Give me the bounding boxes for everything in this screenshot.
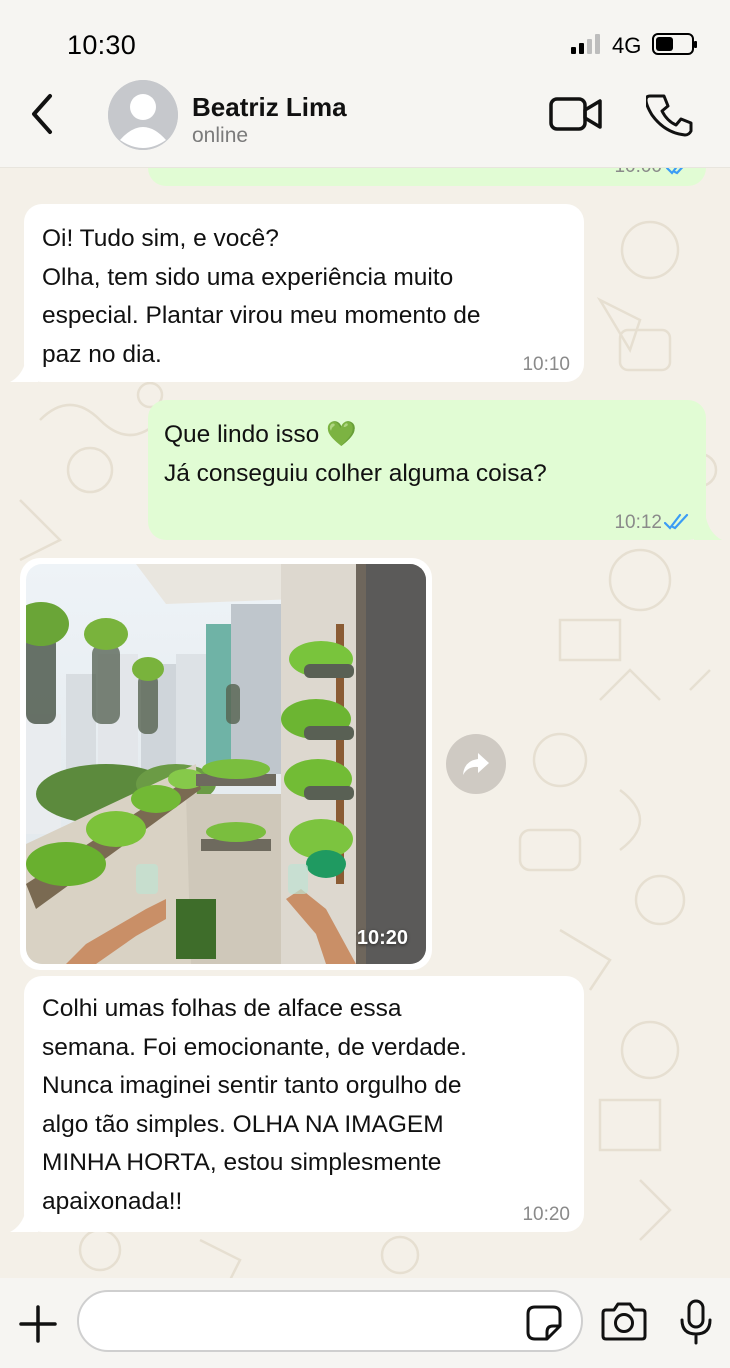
message-text: Oi! Tudo sim, e você? Olha, tem sido uma… xyxy=(42,225,481,368)
camera-icon xyxy=(601,1302,647,1341)
voice-call-button[interactable] xyxy=(644,92,694,138)
status-bar: 10:30 4G xyxy=(0,0,730,80)
sticker-icon xyxy=(526,1305,562,1341)
message-input-wrapper xyxy=(77,1290,583,1352)
double-check-icon xyxy=(664,513,689,530)
battery-icon xyxy=(652,33,697,55)
microphone-icon xyxy=(680,1299,712,1345)
video-camera-icon xyxy=(549,97,602,131)
person-icon xyxy=(108,80,178,150)
message-bubble-incoming[interactable]: Colhi umas folhas de alface essa semana.… xyxy=(24,976,584,1232)
message-time: 10:20 xyxy=(522,1204,570,1225)
chat-header: Beatriz Lima online xyxy=(0,80,730,168)
chevron-left-icon xyxy=(32,94,52,134)
message-text: Que lindo isso 💚 Já conseguiu colher alg… xyxy=(164,421,547,487)
message-time: 10:12 xyxy=(614,512,662,533)
contact-name[interactable]: Beatriz Lima xyxy=(192,92,347,123)
message-time: 10:10 xyxy=(522,354,570,375)
message-composer xyxy=(0,1278,730,1368)
network-type: 4G xyxy=(612,33,642,58)
message-text: Colhi umas folhas de alface essa semana.… xyxy=(42,995,467,1215)
camera-button[interactable] xyxy=(600,1300,648,1342)
clock: 10:30 xyxy=(67,30,137,60)
forward-button[interactable] xyxy=(446,734,506,794)
message-bubble-incoming[interactable]: Oi! Tudo sim, e você? Olha, tem sido uma… xyxy=(24,204,584,382)
phone-icon xyxy=(644,94,693,137)
message-bubble-outgoing[interactable]: Que lindo isso 💚 Já conseguiu colher alg… xyxy=(148,400,706,540)
video-call-button[interactable] xyxy=(548,94,604,134)
sticker-button[interactable] xyxy=(525,1304,563,1342)
microphone-button[interactable] xyxy=(676,1298,716,1346)
message-time: 10:20 xyxy=(356,927,408,949)
plus-icon xyxy=(19,1305,57,1343)
contact-status: online xyxy=(192,124,249,147)
back-button[interactable] xyxy=(22,92,62,136)
image-message-bubble[interactable]: 10:20 xyxy=(20,558,432,970)
forward-icon xyxy=(463,753,489,775)
attach-button[interactable] xyxy=(18,1304,58,1344)
signal-strength-icon xyxy=(571,34,600,54)
message-input[interactable] xyxy=(79,1292,509,1350)
avatar[interactable] xyxy=(108,80,178,150)
balcony-garden-photo[interactable]: 10:20 xyxy=(26,564,426,964)
